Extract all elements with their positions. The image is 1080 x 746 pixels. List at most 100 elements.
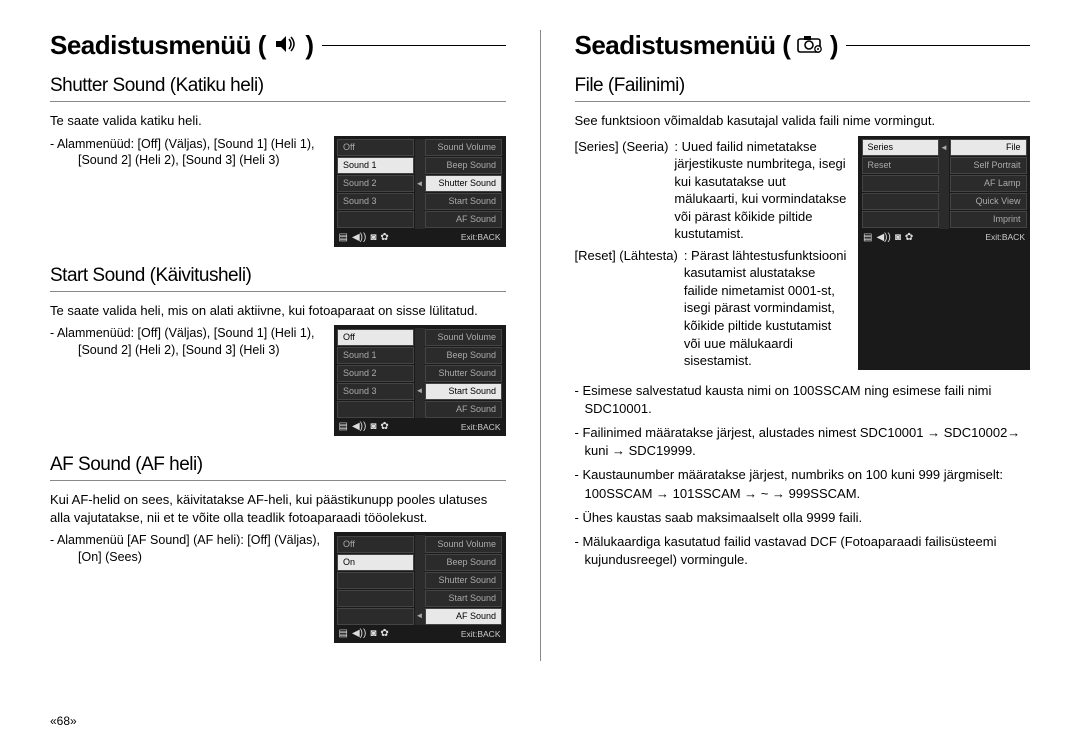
title-close: ) <box>830 30 838 60</box>
lcd-left-item: Sound 2 <box>337 365 414 382</box>
note-item: - Failinimed määratakse järjest, alustad… <box>575 424 1031 460</box>
lcd-left-item: Reset <box>862 157 939 174</box>
lcd-sound-icon: ◀)) <box>352 629 366 639</box>
lcd-footer: ▤◀))◙✿Exit:BACK <box>337 418 503 436</box>
lcd-left-item <box>862 193 939 210</box>
lcd-right-item: Start Sound <box>425 193 502 210</box>
lcd-caret <box>415 364 425 382</box>
submenu-start: - Alammenüüd: [Off] (Väljas), [Sound 1] … <box>50 325 324 359</box>
lcd-sound-icon: ◀)) <box>352 233 366 243</box>
lcd-right-item: AF Sound <box>425 608 502 625</box>
lcd-right-item: Beep Sound <box>425 347 502 364</box>
lcd-caret <box>415 553 425 571</box>
lcd-caret: ◄ <box>415 382 425 400</box>
lcd-gear-icon: ✿ <box>905 233 913 243</box>
lcd-right-item: Start Sound <box>425 590 502 607</box>
heading-shutter-sound: Shutter Sound (Katiku heli) <box>50 75 506 102</box>
lcd-nav-icon: ▤ <box>339 233 348 243</box>
lcd-left-item: Off <box>337 329 414 346</box>
lcd-left-item <box>337 401 414 418</box>
lcd-right-item: Shutter Sound <box>425 365 502 382</box>
file-notes: - Esimese salvestatud kausta nimi on 100… <box>575 382 1031 570</box>
lcd-caret <box>939 211 949 229</box>
heading-start-sound: Start Sound (Käivitusheli) <box>50 265 506 292</box>
body-shutter: Te saate valida katiku heli. <box>50 112 506 130</box>
lcd-camera-icon: ◙ <box>895 233 901 243</box>
body-file: See funktsioon võimaldab kasutajal valid… <box>575 112 1031 130</box>
body-start: Te saate valida heli, mis on alati aktii… <box>50 302 506 320</box>
title-rule <box>322 45 506 46</box>
series-body: : Uued failid nimetatakse järjestikuste … <box>674 138 848 243</box>
lcd-nav-icon: ▤ <box>863 233 872 243</box>
lcd-caret <box>415 211 425 229</box>
lcd-right-item: Quick View <box>950 193 1027 210</box>
lcd-caret <box>415 571 425 589</box>
lcd-left-item: Off <box>337 139 414 156</box>
lcd-right-item: AF Sound <box>425 211 502 228</box>
lcd-caret: ◄ <box>415 175 425 193</box>
lcd-right-item: Sound Volume <box>425 329 502 346</box>
lcd-camera-icon: ◙ <box>370 422 376 432</box>
lcd-gear-icon: ✿ <box>380 233 388 243</box>
note-item: - Mälukaardiga kasutatud failid vastavad… <box>575 533 1031 569</box>
lcd-left-item: Sound 3 <box>337 383 414 400</box>
lcd-caret: ◄ <box>939 139 949 157</box>
lcd-camera-icon: ◙ <box>370 233 376 243</box>
note-item: - Esimese salvestatud kausta nimi on 100… <box>575 382 1031 418</box>
lcd-left-item <box>337 590 414 607</box>
lcd-caret <box>415 328 425 346</box>
lcd-gear-icon: ✿ <box>380 629 388 639</box>
title-text: Seadistusmenüü ( <box>575 30 791 60</box>
lcd-exit-label: Exit:BACK <box>461 233 501 242</box>
lcd-exit-label: Exit:BACK <box>461 423 501 432</box>
lcd-left-item <box>337 211 414 228</box>
lcd-right-item: Sound Volume <box>425 536 502 553</box>
lcd-caret <box>939 193 949 211</box>
lcd-caret <box>415 535 425 553</box>
lcd-caret <box>415 400 425 418</box>
note-item: - Kaustaunumber määratakse järjest, numb… <box>575 466 1031 502</box>
column-separator <box>540 30 541 661</box>
lcd-caret <box>415 157 425 175</box>
lcd-shutter: OffSound VolumeSound 1Beep SoundSound 2◄… <box>334 136 506 247</box>
lcd-left-item: Series <box>862 139 939 156</box>
right-main-title: Seadistusmenüü ( ) <box>575 30 839 61</box>
left-column: Seadistusmenüü ( ) Shutter Sound (Katiku… <box>50 30 506 661</box>
lcd-file: Series◄FileResetSelf PortraitAF LampQuic… <box>858 136 1030 370</box>
submenu-af: - Alammenüü [AF Sound] (AF heli): [Off] … <box>50 532 324 566</box>
lcd-af: OffSound VolumeOnBeep SoundShutter Sound… <box>334 532 506 643</box>
lcd-caret <box>415 346 425 364</box>
lcd-left-item <box>862 175 939 192</box>
definitions: [Series] (Seeria) : Uued failid nimetata… <box>575 136 849 370</box>
lcd-nav-icon: ▤ <box>339 422 348 432</box>
lcd-right-item: Shutter Sound <box>425 572 502 589</box>
lcd-exit-label: Exit:BACK <box>985 233 1025 242</box>
lcd-right-item: Sound Volume <box>425 139 502 156</box>
lcd-right-item: Beep Sound <box>425 554 502 571</box>
sound-speaker-icon <box>273 33 299 55</box>
lcd-sound-icon: ◀)) <box>876 233 890 243</box>
right-title-row: Seadistusmenüü ( ) <box>575 30 1031 61</box>
lcd-caret: ◄ <box>415 607 425 625</box>
title-close: ) <box>305 30 313 60</box>
lcd-caret <box>415 589 425 607</box>
lcd-left-item <box>337 572 414 589</box>
lcd-exit-label: Exit:BACK <box>461 630 501 639</box>
left-main-title: Seadistusmenüü ( ) <box>50 30 314 61</box>
right-column: Seadistusmenüü ( ) File (Failinimi) See … <box>575 30 1031 661</box>
lcd-right-item: AF Lamp <box>950 175 1027 192</box>
lcd-gear-icon: ✿ <box>380 422 388 432</box>
note-item: - Ühes kaustas saab maksimaalselt olla 9… <box>575 509 1031 527</box>
lcd-right-item: AF Sound <box>425 401 502 418</box>
lcd-left-item: Off <box>337 536 414 553</box>
lcd-left-item <box>337 608 414 625</box>
lcd-camera-icon: ◙ <box>370 629 376 639</box>
lcd-left-item: Sound 1 <box>337 347 414 364</box>
lcd-nav-icon: ▤ <box>339 629 348 639</box>
reset-body: : Pärast lähtestusfunktsiooni kasutamist… <box>684 247 848 370</box>
lcd-right-item: Beep Sound <box>425 157 502 174</box>
reset-label: [Reset] (Lähtesta) <box>575 247 678 370</box>
lcd-right-item: File <box>950 139 1027 156</box>
title-text: Seadistusmenüü ( <box>50 30 266 60</box>
heading-af-sound: AF Sound (AF heli) <box>50 454 506 481</box>
